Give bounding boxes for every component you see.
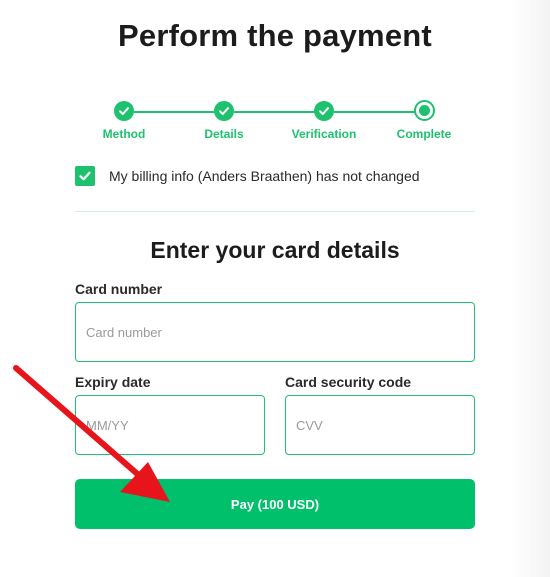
stepper-connector xyxy=(234,111,315,113)
step-verification-check-icon xyxy=(314,101,334,121)
card-number-input[interactable] xyxy=(75,302,475,362)
step-method-check-icon xyxy=(114,101,134,121)
card-number-label: Card number xyxy=(75,281,163,297)
step-label-verification: Verification xyxy=(291,127,357,141)
page-title: Perform the payment xyxy=(118,18,432,53)
stepper-connector xyxy=(134,111,215,113)
red-arrow-annotation-icon xyxy=(13,365,170,502)
security-code-label: Card security code xyxy=(285,374,412,390)
step-complete-current-icon xyxy=(414,100,435,121)
security-code-input[interactable] xyxy=(285,395,475,455)
billing-unchanged-label: My billing info (Anders Braathen) has no… xyxy=(109,168,420,184)
section-divider xyxy=(75,211,475,212)
stepper-connector xyxy=(334,111,415,113)
step-label-details: Details xyxy=(204,127,244,141)
step-label-complete: Complete xyxy=(396,127,452,141)
card-section-title: Enter your card details xyxy=(150,237,400,263)
page-edge-shade xyxy=(510,0,550,577)
progress-stepper: Method Details Verification Complete xyxy=(0,100,550,150)
billing-unchanged-checkbox[interactable] xyxy=(75,166,95,186)
checkmark-icon xyxy=(79,171,91,181)
step-label-method: Method xyxy=(102,127,146,141)
step-details-check-icon xyxy=(214,101,234,121)
billing-unchanged-row[interactable]: My billing info (Anders Braathen) has no… xyxy=(75,166,420,186)
